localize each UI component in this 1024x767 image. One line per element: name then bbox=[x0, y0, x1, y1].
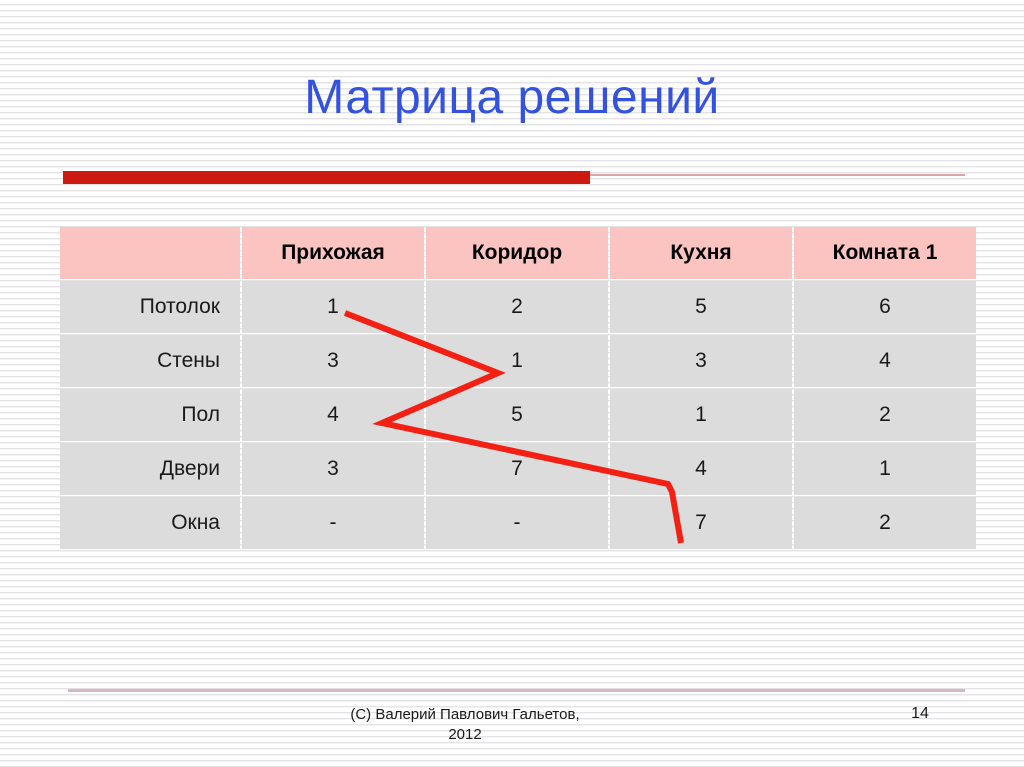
cell-r3c1: 4 bbox=[242, 389, 424, 441]
cell-r5c3: 7 bbox=[610, 497, 792, 549]
column-header-4: Комната 1 bbox=[794, 227, 976, 279]
cell-r3c2: 5 bbox=[426, 389, 608, 441]
cell-r5c1: - bbox=[242, 497, 424, 549]
cell-r5c2: - bbox=[426, 497, 608, 549]
cell-r2c1: 3 bbox=[242, 335, 424, 387]
column-header-1: Прихожая bbox=[242, 227, 424, 279]
cell-r4c1: 3 bbox=[242, 443, 424, 495]
table-header-row: Прихожая Коридор Кухня Комната 1 bbox=[60, 227, 976, 279]
cell-r4c4: 1 bbox=[794, 443, 976, 495]
cell-r2c2: 1 bbox=[426, 335, 608, 387]
cell-r3c3: 1 bbox=[610, 389, 792, 441]
row-label-2: Стены bbox=[60, 335, 240, 387]
row-label-4: Двери bbox=[60, 443, 240, 495]
table-row: Потолок 1 2 5 6 bbox=[60, 281, 976, 333]
table-corner-cell bbox=[60, 227, 240, 279]
title-underline-accent bbox=[63, 171, 590, 184]
cell-r3c4: 2 bbox=[794, 389, 976, 441]
column-header-3: Кухня bbox=[610, 227, 792, 279]
column-header-2: Коридор bbox=[426, 227, 608, 279]
footer-divider bbox=[68, 689, 965, 692]
cell-r1c2: 2 bbox=[426, 281, 608, 333]
table-row: Окна - - 7 2 bbox=[60, 497, 976, 549]
table-row: Двери 3 7 4 1 bbox=[60, 443, 976, 495]
cell-r1c4: 6 bbox=[794, 281, 976, 333]
decision-matrix-table: Прихожая Коридор Кухня Комната 1 Потолок… bbox=[58, 225, 978, 551]
cell-r2c4: 4 bbox=[794, 335, 976, 387]
cell-r4c2: 7 bbox=[426, 443, 608, 495]
cell-r1c3: 5 bbox=[610, 281, 792, 333]
row-label-5: Окна bbox=[60, 497, 240, 549]
table-row: Пол 4 5 1 2 bbox=[60, 389, 976, 441]
page-number: 14 bbox=[911, 705, 929, 722]
row-label-1: Потолок bbox=[60, 281, 240, 333]
cell-r2c3: 3 bbox=[610, 335, 792, 387]
footer-copyright-year: 2012 bbox=[448, 726, 482, 744]
table-row: Стены 3 1 3 4 bbox=[60, 335, 976, 387]
footer-copyright: (C) Валерий Павлович Гальетов, 2012 bbox=[240, 705, 690, 746]
cell-r5c4: 2 bbox=[794, 497, 976, 549]
slide-canvas: Матрица решений Прихожая Коридор Кухня К… bbox=[0, 0, 1024, 767]
row-label-3: Пол bbox=[60, 389, 240, 441]
page-title: Матрица решений bbox=[304, 71, 720, 124]
cell-r1c1: 1 bbox=[242, 281, 424, 333]
cell-r4c3: 4 bbox=[610, 443, 792, 495]
footer-copyright-line1: (C) Валерий Павлович Гальетов, bbox=[350, 706, 580, 723]
